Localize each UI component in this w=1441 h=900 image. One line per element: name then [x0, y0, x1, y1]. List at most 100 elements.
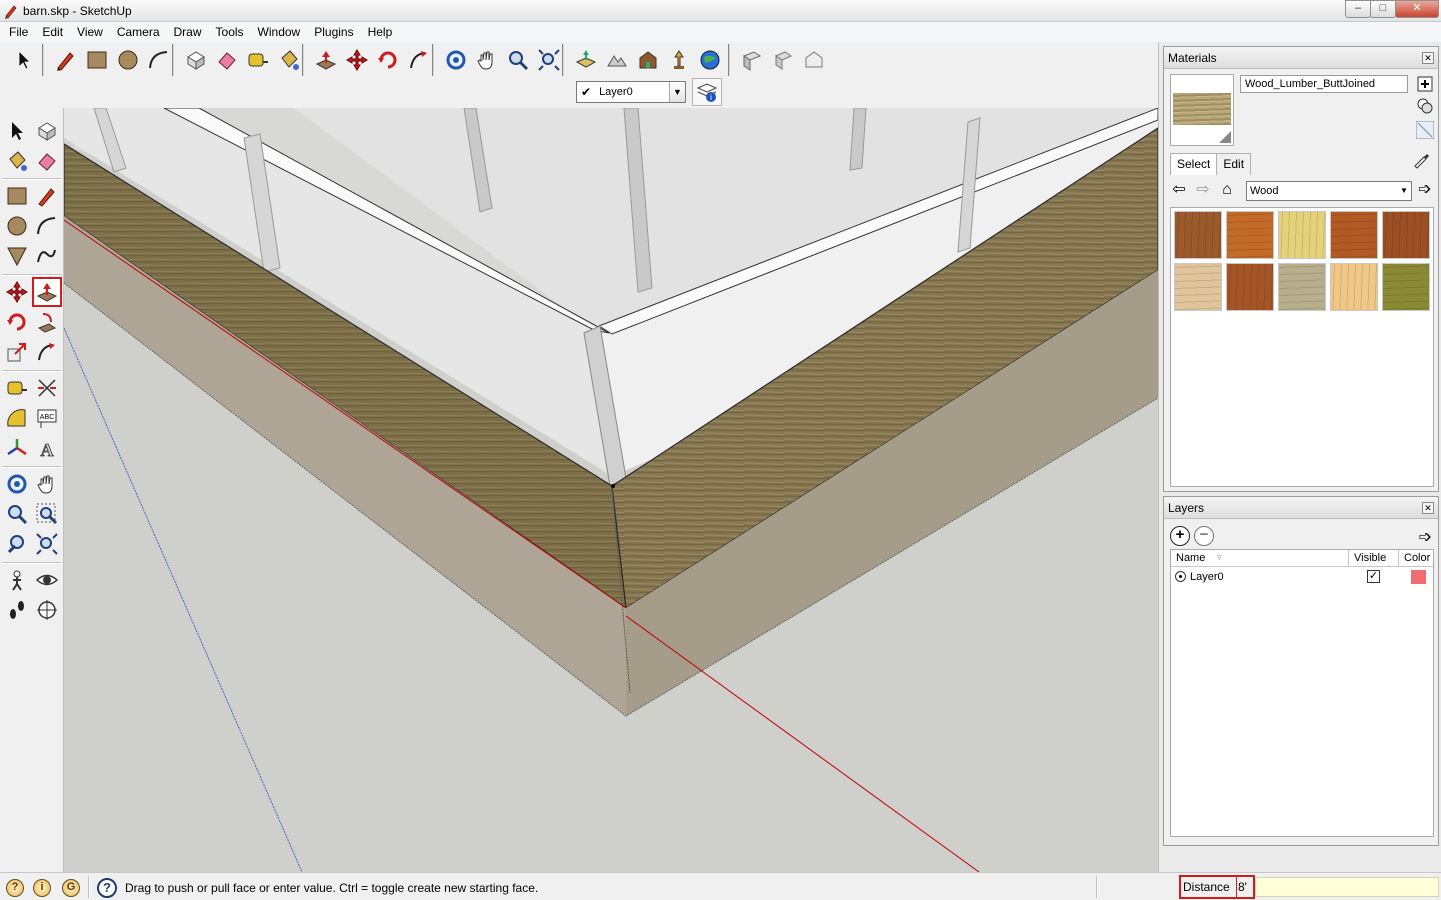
material-swatch-wood-8[interactable]	[1278, 263, 1326, 311]
tab-select[interactable]: Select	[1170, 153, 1218, 175]
pan-tool-button[interactable]	[471, 45, 502, 75]
modeling-viewport[interactable]	[64, 108, 1158, 872]
make-component-button[interactable]	[180, 45, 211, 75]
create-material-button[interactable]	[1416, 75, 1434, 93]
rotate-tool-button[interactable]	[372, 45, 403, 75]
close-icon[interactable]: ✕	[1422, 502, 1434, 514]
circle-tool-button[interactable]	[2, 211, 32, 241]
google-earth-button[interactable]	[694, 45, 725, 75]
column-color[interactable]: Color	[1404, 552, 1430, 564]
section-plane-button[interactable]	[32, 595, 62, 625]
dropdown-arrow-icon[interactable]: ▼	[1397, 182, 1411, 200]
details-arrow-icon[interactable]: ➩	[1416, 181, 1434, 199]
sign-in-icon[interactable]: G	[62, 879, 80, 897]
menu-tools[interactable]: Tools	[209, 22, 251, 42]
tape-measure-tool-button[interactable]	[2, 373, 32, 403]
circle-tool-button[interactable]	[112, 45, 143, 75]
layer-visible-checkbox[interactable]: ✓	[1367, 570, 1380, 583]
add-layer-button[interactable]: +	[1170, 526, 1190, 546]
menu-plugins[interactable]: Plugins	[307, 22, 360, 42]
tab-edit[interactable]: Edit	[1216, 153, 1252, 175]
menu-camera[interactable]: Camera	[110, 22, 167, 42]
material-name-field[interactable]: Wood_Lumber_ButtJoined	[1240, 75, 1408, 93]
rectangle-tool-button[interactable]	[2, 181, 32, 211]
add-location-button[interactable]	[570, 45, 601, 75]
layer-name[interactable]: Layer0	[1190, 571, 1224, 583]
move-tool-button[interactable]	[341, 45, 372, 75]
home-icon[interactable]: ⌂	[1218, 181, 1236, 199]
freehand-tool-button[interactable]	[32, 241, 62, 271]
display-section-planes-button[interactable]	[767, 45, 798, 75]
look-around-button[interactable]	[32, 565, 62, 595]
material-library-dropdown[interactable]: Wood ▼	[1246, 181, 1412, 201]
eraser-tool-button[interactable]	[211, 45, 242, 75]
maximize-button[interactable]: □	[1370, 0, 1396, 18]
material-swatch-wood-5[interactable]	[1382, 211, 1430, 259]
arc-tool-button[interactable]	[143, 45, 174, 75]
close-icon[interactable]: ✕	[1422, 52, 1434, 64]
details-arrow-icon[interactable]: ➩	[1419, 527, 1432, 547]
orbit-tool-button[interactable]	[2, 469, 32, 499]
measurements-value[interactable]: 8'	[1236, 877, 1247, 897]
eraser-tool-button[interactable]	[32, 146, 62, 176]
menu-window[interactable]: Window	[251, 22, 308, 42]
menu-file[interactable]: File	[2, 22, 35, 42]
help-icon[interactable]: ?	[97, 878, 117, 898]
delete-layer-button[interactable]: −	[1194, 526, 1214, 546]
current-layer-dropdown[interactable]: ✔ Layer0 ▼	[576, 81, 686, 103]
axes-tool-button[interactable]	[2, 433, 32, 463]
3d-text-tool-button[interactable]: A	[32, 433, 62, 463]
material-swatch-wood-7[interactable]	[1226, 263, 1274, 311]
dimension-tool-button[interactable]	[32, 373, 62, 403]
dropdown-arrow-icon[interactable]: ▼	[669, 82, 685, 102]
push-pull-tool-button[interactable]	[310, 45, 341, 75]
credits-icon[interactable]: i	[33, 879, 51, 897]
menu-draw[interactable]: Draw	[167, 22, 209, 42]
orbit-tool-button[interactable]	[440, 45, 471, 75]
default-material-button[interactable]	[1416, 97, 1434, 115]
select-tool-button[interactable]	[2, 116, 32, 146]
material-swatch-wood-10[interactable]	[1382, 263, 1430, 311]
menu-help[interactable]: Help	[361, 22, 400, 42]
measurements-input[interactable]	[1255, 877, 1439, 897]
material-swatch-wood-2[interactable]	[1226, 211, 1274, 259]
pencil-tool-button[interactable]	[50, 45, 81, 75]
push-pull-tool-button[interactable]	[32, 277, 62, 307]
tape-measure-tool-button[interactable]	[242, 45, 273, 75]
make-component-button[interactable]	[32, 116, 62, 146]
back-arrow-icon[interactable]: ⇦	[1170, 181, 1188, 199]
zoom-window-button[interactable]	[32, 499, 62, 529]
material-swatch-wood-6[interactable]	[1174, 263, 1222, 311]
column-visible[interactable]: Visible	[1354, 552, 1386, 564]
display-section-cuts-button[interactable]	[798, 45, 829, 75]
minimize-button[interactable]: –	[1345, 0, 1371, 18]
display-secondary-pane-button[interactable]	[1416, 121, 1434, 139]
menu-view[interactable]: View	[70, 22, 110, 42]
material-swatch-wood-9[interactable]	[1330, 263, 1378, 311]
get-models-button[interactable]	[632, 45, 663, 75]
forward-arrow-icon[interactable]: ⇨	[1194, 181, 1212, 199]
follow-me-tool-button[interactable]	[32, 307, 62, 337]
layer-color-swatch[interactable]	[1411, 570, 1426, 584]
zoom-tool-button[interactable]	[502, 45, 533, 75]
material-swatch-wood-3[interactable]	[1278, 211, 1326, 259]
layer-row[interactable]: Layer0 ✓	[1171, 567, 1433, 587]
paint-bucket-tool-button[interactable]	[273, 45, 304, 75]
layer-manager-button[interactable]: i	[692, 78, 722, 106]
walk-tool-button[interactable]	[2, 595, 32, 625]
material-swatch-wood-4[interactable]	[1330, 211, 1378, 259]
geo-location-icon[interactable]: ?	[6, 879, 24, 897]
polygon-tool-button[interactable]	[2, 241, 32, 271]
pan-tool-button[interactable]	[32, 469, 62, 499]
active-layer-radio[interactable]	[1175, 571, 1186, 582]
previous-view-button[interactable]	[2, 529, 32, 559]
close-button[interactable]: ✕	[1395, 0, 1439, 18]
move-tool-button[interactable]	[2, 277, 32, 307]
rectangle-tool-button[interactable]	[81, 45, 112, 75]
share-model-button[interactable]	[663, 45, 694, 75]
follow-me-tool-button[interactable]	[403, 45, 434, 75]
column-name[interactable]: Name	[1176, 552, 1205, 564]
line-tool-button[interactable]	[32, 181, 62, 211]
paint-bucket-tool-button[interactable]	[2, 146, 32, 176]
zoom-extents-button[interactable]	[533, 45, 564, 75]
